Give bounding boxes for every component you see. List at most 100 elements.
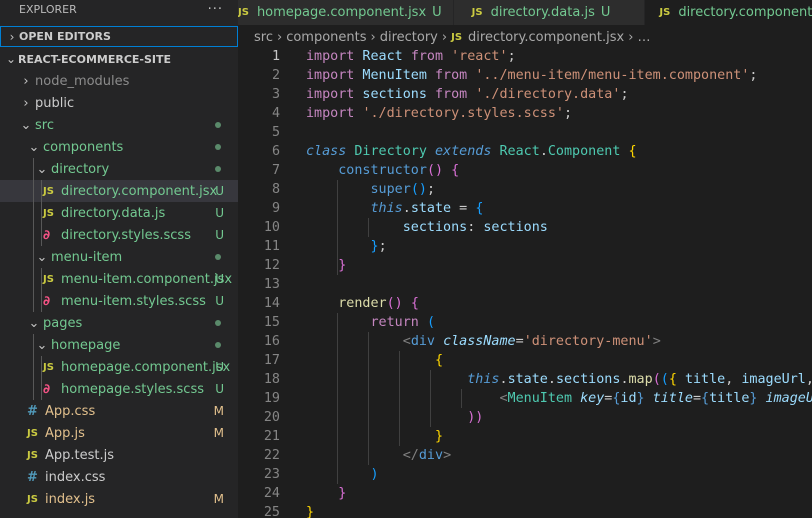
code-token: from xyxy=(435,68,468,83)
tree-file[interactable]: JS homepage.component.jsx U xyxy=(0,356,238,378)
code-line[interactable]: 9 this.state = { xyxy=(238,199,812,218)
code-line[interactable]: 24 } xyxy=(238,484,812,503)
code-editor[interactable]: 1 import React from 'react'; 2 import MenuI… xyxy=(238,47,812,518)
tree-file[interactable]: JS directory.component.jsx U xyxy=(0,180,238,202)
code-token: > xyxy=(443,448,452,463)
chevron-right-icon: › xyxy=(23,95,29,111)
tree-file[interactable]: JS menu-item.component.jsx U xyxy=(0,268,238,290)
code-token: id xyxy=(620,391,637,406)
tree-file[interactable]: JS App.test.js xyxy=(0,444,238,466)
code-token: className xyxy=(443,334,516,349)
breadcrumb-item[interactable]: directory xyxy=(380,30,438,45)
code-line[interactable]: 16 <div className='directory-menu'> xyxy=(238,332,812,351)
code-text: }; xyxy=(306,237,387,256)
explorer-sidebar: EXPLORER ··· › OPEN EDITORS ⌄ REACT-ECOM… xyxy=(0,0,238,518)
js-file-icon: JS xyxy=(659,7,671,18)
code-line[interactable]: 5 xyxy=(238,123,812,142)
line-number: 14 xyxy=(263,296,280,311)
tab-label: directory.component.jsx xyxy=(678,5,812,20)
code-line[interactable]: 12 } xyxy=(238,256,812,275)
tree-file[interactable]: JS directory.data.js U xyxy=(0,202,238,224)
breadcrumb-item[interactable]: components xyxy=(286,30,366,45)
tab-status: U xyxy=(600,5,611,20)
code-token: Component xyxy=(547,144,621,159)
tree-file[interactable]: ∂ menu-item.styles.scss U xyxy=(0,290,238,312)
js-file-icon: JS xyxy=(43,185,54,197)
line-number: 15 xyxy=(263,315,280,330)
code-line[interactable]: 10 sections: sections xyxy=(238,218,812,237)
tree-folder[interactable]: ⌄ src xyxy=(0,114,238,136)
code-line[interactable]: 19 <MenuItem key={id} title={title} imag… xyxy=(238,389,812,408)
code-token: < xyxy=(499,391,508,406)
code-line[interactable]: 14 render() { xyxy=(238,294,812,313)
code-line[interactable]: 1 import React from 'react'; xyxy=(238,47,812,66)
code-line[interactable]: 17 { xyxy=(238,351,812,370)
git-status-badge: M xyxy=(213,426,224,440)
code-line[interactable]: 8 super(); xyxy=(238,180,812,199)
chevron-right-icon: › xyxy=(9,29,15,44)
tree-folder[interactable]: ⌄ homepage xyxy=(0,334,238,356)
project-root-section[interactable]: ⌄ REACT-ECOMMERCE-SITE xyxy=(0,48,238,70)
code-line[interactable]: 21 } xyxy=(238,427,812,446)
tree-folder[interactable]: ⌄ components xyxy=(0,136,238,158)
editor-tab[interactable]: JSdirectory.component.jsxU xyxy=(645,0,812,25)
line-number: 21 xyxy=(263,429,280,444)
open-editors-section[interactable]: › OPEN EDITORS xyxy=(0,26,238,47)
code-line[interactable]: 18 this.state.sections.map(({ title, ima… xyxy=(238,370,812,389)
code-line[interactable]: 13 xyxy=(238,275,812,294)
code-token: '../menu-item/menu-item.component' xyxy=(475,68,750,83)
tree-folder[interactable]: ⌄ directory xyxy=(0,158,238,180)
chevron-down-icon: ⌄ xyxy=(5,52,17,66)
code-token: from xyxy=(410,49,444,64)
git-status-badge: U xyxy=(215,294,224,308)
tree-item-label: menu-item xyxy=(51,249,123,265)
tree-item-label: src xyxy=(35,117,54,133)
tree-file[interactable]: # App.css M xyxy=(0,400,238,422)
tree-folder[interactable]: › public xyxy=(0,92,238,114)
breadcrumb-item[interactable]: src xyxy=(254,30,273,45)
tree-folder[interactable]: ⌄ menu-item xyxy=(0,246,238,268)
line-number: 12 xyxy=(263,258,280,273)
code-line[interactable]: 25} xyxy=(238,503,812,518)
code-line[interactable]: 7 constructor() { xyxy=(238,161,812,180)
tree-file[interactable]: JS App.js M xyxy=(0,422,238,444)
tree-item-label: index.js xyxy=(45,491,96,507)
code-token: } xyxy=(370,239,379,254)
chevron-down-icon: ⌄ xyxy=(20,117,32,133)
tree-item-label: homepage.styles.scss xyxy=(61,381,204,397)
line-number: 22 xyxy=(263,448,280,463)
code-line[interactable]: 23 ) xyxy=(238,465,812,484)
tree-file[interactable]: ∂ homepage.styles.scss U xyxy=(0,378,238,400)
git-status-badge: M xyxy=(213,492,224,506)
code-token: { xyxy=(628,144,637,159)
indent-guide xyxy=(41,224,42,246)
code-token: import xyxy=(306,49,355,64)
tree-folder[interactable]: ⌄ pages xyxy=(0,312,238,334)
code-line[interactable]: 20 )) xyxy=(238,408,812,427)
tree-folder[interactable]: › node_modules xyxy=(0,70,238,92)
code-token: Directory xyxy=(346,144,435,159)
code-line[interactable]: 11 }; xyxy=(238,237,812,256)
code-line[interactable]: 6 class Directory extends React.Component… xyxy=(238,142,812,161)
tree-file[interactable]: # index.css xyxy=(0,466,238,488)
code-line[interactable]: 15 return ( xyxy=(238,313,812,332)
code-line[interactable]: 3 import sections from './directory.data'… xyxy=(238,85,812,104)
code-line[interactable]: 4 import './directory.styles.scss'; xyxy=(238,104,812,123)
breadcrumb-file[interactable]: directory.component.jsx xyxy=(468,30,624,45)
more-actions-icon[interactable]: ··· xyxy=(208,2,223,17)
breadcrumb-symbol[interactable]: … xyxy=(637,30,650,45)
code-token: return xyxy=(370,315,419,330)
code-line[interactable]: 2 import MenuItem from '../menu-item/menu… xyxy=(238,66,812,85)
git-change-dot xyxy=(215,342,221,348)
tree-file[interactable]: ∂ directory.styles.scss U xyxy=(0,224,238,246)
editor-tab[interactable]: JS homepage.component.jsx U xyxy=(238,0,454,25)
editor-tab[interactable]: JS directory.data.js U xyxy=(453,0,646,25)
code-token: } xyxy=(306,505,315,518)
tree-file[interactable]: JS index.js M xyxy=(0,488,238,510)
code-line[interactable]: 22 </div> xyxy=(238,446,812,465)
